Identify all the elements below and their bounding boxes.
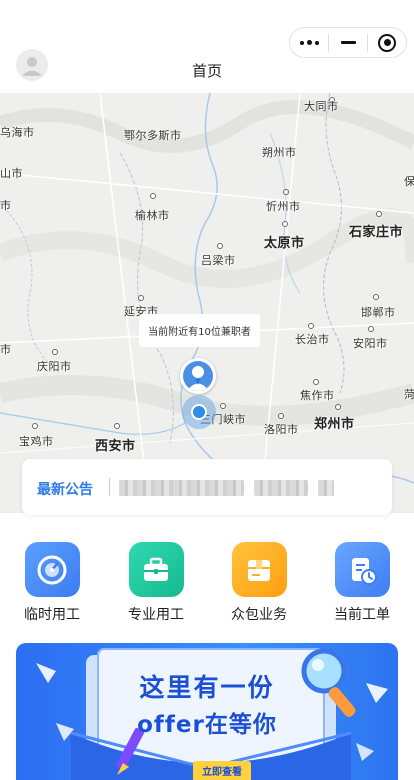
map-city-label: 长治市 [295, 333, 330, 346]
map-city-label: 吕梁市 [201, 254, 236, 267]
nearby-workers-tip: 当前附近有10位兼职者 [139, 314, 260, 347]
worker-marker[interactable] [180, 358, 216, 394]
map-city-label: 庆阳市 [37, 360, 72, 373]
map-city-label: 安阳市 [353, 337, 388, 350]
func-current-orders[interactable]: 当前工单 [327, 542, 397, 624]
worker-avatar-icon [187, 366, 209, 391]
func-label: 临时用工 [24, 607, 80, 623]
func-crowdsourcing[interactable]: 众包业务 [224, 542, 294, 624]
close-button[interactable] [368, 28, 406, 57]
city-marker [283, 189, 289, 195]
map-city-label: 山市 [0, 167, 23, 180]
banner-headline: 这里有一份 [139, 673, 275, 702]
map-city-label: 大同市 [304, 100, 339, 113]
func-label: 众包业务 [231, 607, 287, 623]
banner-subheadline: offer在等你 [137, 712, 277, 738]
func-label: 当前工单 [334, 607, 390, 623]
announcement-text-blurred [254, 480, 308, 496]
more-button[interactable] [290, 28, 328, 57]
map-city-label: 焦作市 [300, 389, 335, 402]
city-marker [373, 294, 379, 300]
map-city-label: 鄂尔多斯市 [124, 129, 182, 142]
map-city-label: 太原市 [264, 236, 305, 251]
map-city-label: 榆林市 [135, 209, 170, 222]
map-city-label: 邯郸市 [361, 306, 396, 319]
city-marker [308, 323, 314, 329]
map-terrain [0, 93, 414, 513]
func-temp-work[interactable]: 临时用工 [17, 542, 87, 624]
target-circle-icon [378, 33, 396, 52]
func-pro-work[interactable]: 专业用工 [121, 542, 191, 624]
view-now-button[interactable]: 立即查看 [193, 761, 251, 780]
more-dots-icon [299, 40, 319, 45]
announcement-text-blurred [119, 480, 244, 496]
city-marker [220, 403, 226, 409]
map-city-label: 宝鸡市 [19, 435, 54, 448]
offer-banner[interactable]: 这里有一份 offer在等你 立即查看 [16, 643, 398, 780]
capsule-menu [289, 27, 407, 58]
map-city-label: 市 [0, 199, 12, 212]
map-view[interactable]: 大同市 乌海市 鄂尔多斯市 朔州市 山市 保 榆林市 市 忻州市 石家庄市 太原… [0, 93, 414, 513]
map-city-label: 市 [0, 343, 12, 356]
announcement-divider [109, 478, 110, 496]
city-marker [138, 295, 144, 301]
map-city-label: 石家庄市 [349, 225, 404, 240]
city-marker [150, 193, 156, 199]
minimize-button[interactable] [329, 28, 367, 57]
city-marker [114, 423, 120, 429]
map-city-label: 洛阳市 [264, 423, 299, 436]
map-city-label: 菏 [404, 388, 414, 401]
announcement-text-blurred [318, 480, 334, 496]
city-marker [32, 423, 38, 429]
city-marker [335, 404, 341, 410]
announcement-bar[interactable]: 最新公告 [22, 459, 392, 515]
speedometer-icon [24, 542, 80, 597]
map-city-label: 保 [404, 175, 414, 188]
package-icon [231, 542, 287, 597]
map-city-label: 乌海市 [0, 126, 35, 139]
page-title: 首页 [191, 62, 222, 80]
home-page: 首页 大同市 乌海市 鄂尔多斯市 朔州市 山市 保 榆林市 市 忻州市 石家庄市… [0, 0, 414, 780]
city-marker [282, 221, 288, 227]
city-marker [278, 413, 284, 419]
nav-header: 首页 [0, 0, 414, 93]
announcement-title: 最新公告 [37, 482, 93, 498]
order-clock-icon [334, 542, 390, 597]
func-label: 专业用工 [128, 607, 184, 623]
city-marker [217, 243, 223, 249]
my-location-icon [191, 404, 207, 420]
city-marker [52, 349, 58, 355]
map-city-label: 忻州市 [266, 200, 301, 213]
city-marker [376, 211, 382, 217]
map-city-label: 朔州市 [262, 146, 297, 159]
city-marker [313, 379, 319, 385]
city-marker [368, 326, 374, 332]
briefcase-icon [128, 542, 184, 597]
map-city-label: 郑州市 [314, 417, 355, 432]
map-city-label: 西安市 [95, 439, 136, 454]
minus-icon [340, 41, 356, 44]
